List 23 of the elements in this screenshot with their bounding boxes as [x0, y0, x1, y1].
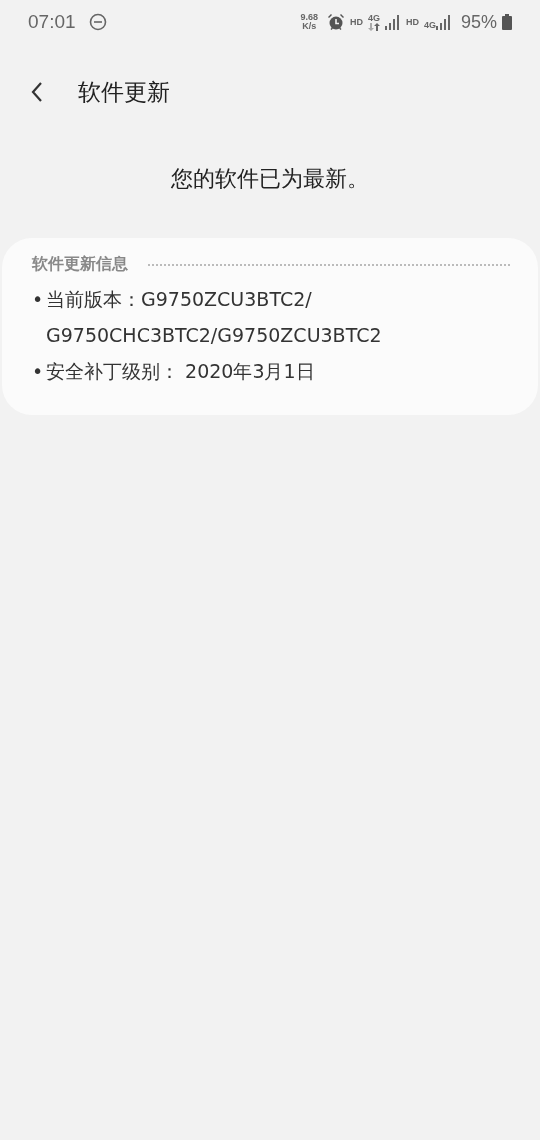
bullet: •: [32, 359, 45, 384]
status-message: 您的软件已为最新。: [170, 165, 370, 193]
hd-label: HD: [349, 17, 363, 27]
speed-unit: K/s: [302, 22, 317, 31]
battery-icon: [502, 14, 512, 30]
bullet: •: [32, 287, 45, 312]
info-text: 当前版本：G9750ZCU3BTC2/: [46, 287, 313, 312]
data-arrows-icon: [367, 22, 380, 31]
page-title: 软件更新: [78, 77, 170, 107]
card-title: 软件更新信息: [32, 254, 128, 275]
speed-value: 9.68: [300, 13, 318, 22]
signal-icon: [435, 14, 452, 30]
alarm-icon: [326, 13, 345, 31]
signal-icon: [384, 14, 401, 30]
network-label: 4G: [423, 21, 436, 30]
network-label: 4G: [367, 13, 380, 23]
do-not-disturb-icon: [88, 13, 107, 31]
status-time: 07:01: [28, 11, 76, 33]
hd-label: HD: [405, 17, 419, 27]
info-text: 安全补丁级别： 2020年3月1日: [46, 359, 315, 384]
back-icon: [30, 81, 44, 103]
battery-percent: 95%: [460, 11, 497, 33]
info-text: G9750CHC3BTC2/G9750ZCU3BTC2: [46, 323, 382, 348]
